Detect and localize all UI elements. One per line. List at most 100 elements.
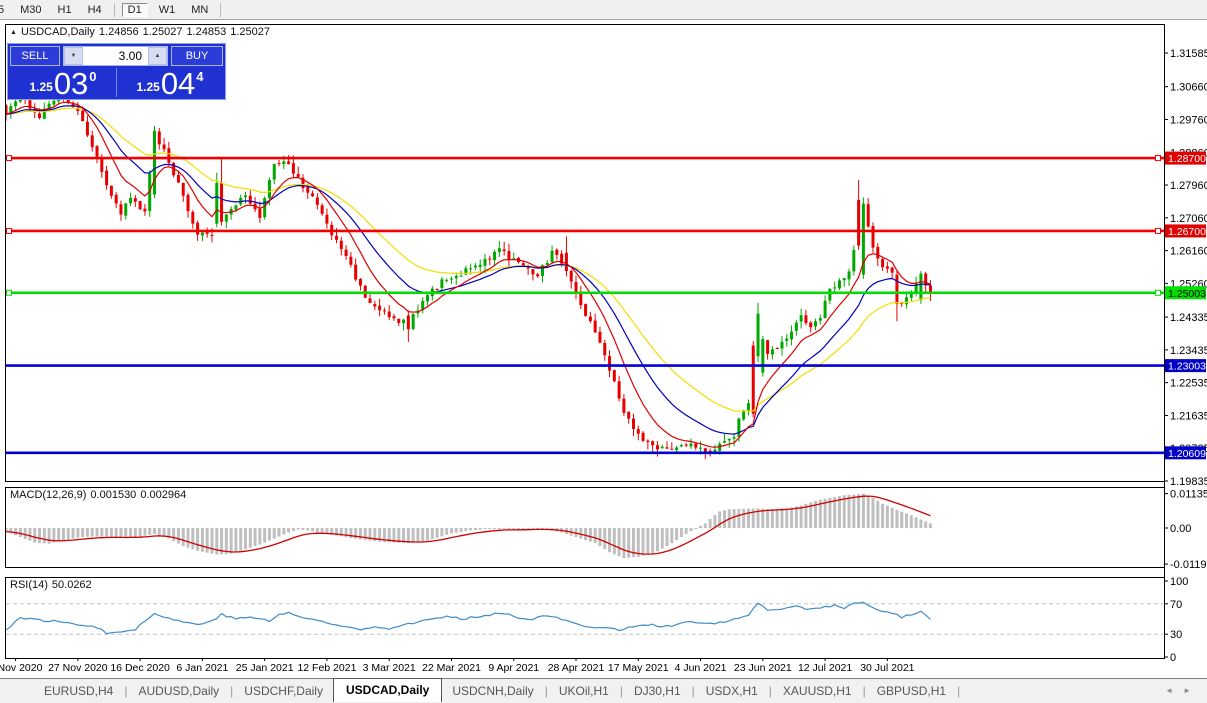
date-tick-label: 30 Jul 2021: [860, 662, 914, 674]
macd-pane[interactable]: [5, 493, 932, 559]
date-tick-label: 23 Jun 2021: [734, 662, 792, 674]
hline-1.26700[interactable]: [6, 227, 1164, 234]
date-tick-label: 22 Mar 2021: [422, 662, 481, 674]
ma-medium-line: [6, 105, 931, 435]
price-tick-label: 1.29760: [1170, 114, 1207, 126]
date-tick-label: 12 Feb 2021: [297, 662, 356, 674]
tab-separator: |: [230, 684, 234, 698]
sell-price[interactable]: 1.25 03 0: [10, 66, 116, 99]
svg-text:1.26700: 1.26700: [1168, 226, 1206, 238]
rsi-tick-label: 70: [1170, 599, 1182, 611]
date-tick-label: 17 May 2021: [608, 662, 669, 674]
price-tick-label: 1.21635: [1170, 410, 1207, 422]
hline-handle: [1155, 289, 1161, 296]
tab-separator: |: [124, 684, 128, 698]
date-tick-label: 6 Jan 2021: [176, 662, 228, 674]
date-axis[interactable]: 9 Nov 2020 27 Nov 202016 Dec 2020 6 Jan 20…: [0, 658, 915, 674]
tab-xauusd-h1[interactable]: XAUUSD,H1: [773, 681, 862, 701]
tab-separator: |: [619, 684, 623, 698]
svg-text:1.28700: 1.28700: [1168, 153, 1206, 165]
macd-tick-label: 0.01135: [1170, 489, 1207, 501]
collapse-icon[interactable]: ▲: [10, 29, 17, 36]
price-tick-label: 1.27960: [1170, 180, 1207, 192]
date-tick-label: 4 Jun 2021: [675, 662, 727, 674]
sell-button[interactable]: SELL: [10, 46, 60, 66]
price-tick-label: 1.31585: [1170, 48, 1207, 60]
macd-signal-value: 0.002964: [140, 489, 187, 501]
hline-handle: [6, 155, 12, 162]
tab-separator: |: [768, 684, 772, 698]
price-tick-label: 1.27060: [1170, 213, 1207, 225]
price-line-label-1.28700: 1.28700: [1165, 151, 1206, 165]
one-click-trading-panel: SELL ▼ 3.00 ▲ BUY 1.25 03 0 1.25 04 4: [7, 43, 226, 100]
volume-increase-button[interactable]: ▲: [148, 47, 167, 65]
chart-title: ▲ USDCAD,Daily 1.24856 1.25027 1.24853 1.2502…: [10, 26, 274, 38]
up-arrow-icon: ▲: [154, 53, 161, 59]
rsi-value: 50.0262: [51, 579, 92, 591]
price-line-label-1.20609: 1.20609: [1165, 446, 1206, 460]
hline-handle: [1155, 155, 1161, 162]
rsi-axis: 100 70 30 0: [1164, 576, 1188, 664]
price-tick-label: 1.24335: [1170, 312, 1207, 324]
rsi-pane[interactable]: [6, 601, 1164, 635]
price-tick-label: 1.30660: [1170, 82, 1207, 94]
tab-scroll-right-icon[interactable]: ►: [1183, 686, 1201, 695]
price-tick-label: 1.19835: [1170, 476, 1207, 488]
date-tick-label: 9 Apr 2021: [488, 662, 539, 674]
down-arrow-icon: ▼: [70, 53, 77, 59]
rsi-tick-label: 0: [1170, 652, 1176, 664]
tab-audusd-daily[interactable]: AUDUSD,Daily: [128, 681, 229, 701]
buy-button[interactable]: BUY: [171, 46, 223, 66]
tab-scroll-left-icon[interactable]: ◄: [1165, 686, 1183, 695]
date-tick-label: 16 Dec 2020: [110, 662, 170, 674]
tab-usdchf-daily[interactable]: USDCHF,Daily: [234, 681, 333, 701]
price-tick-label: 1.26160: [1170, 246, 1207, 258]
tab-scroll-arrows: ◄►: [1165, 686, 1201, 695]
tab-eurusd-h4[interactable]: EURUSD,H4: [34, 681, 123, 701]
chart-tab-bar: EURUSD,H4 | AUDUSD,Daily | USDCHF,Daily USDCA…: [0, 678, 1207, 703]
chart-canvas[interactable]: 1.315851.306601.297601.288601.279601.270…: [0, 0, 1207, 703]
price-low: 1.24853: [186, 26, 227, 38]
volume-input[interactable]: 3.00: [83, 47, 148, 65]
tab-separator: |: [957, 684, 961, 698]
tab-dj30-h1[interactable]: DJ30,H1: [624, 681, 691, 701]
tab-separator: |: [862, 684, 866, 698]
svg-text:1.20609: 1.20609: [1168, 448, 1206, 460]
tab-usdcnh-daily[interactable]: USDCNH,Daily: [442, 681, 543, 701]
date-tick-label: 28 Apr 2021: [548, 662, 605, 674]
tab-separator: |: [691, 684, 695, 698]
hline-handle: [1155, 227, 1161, 234]
price-tick-label: 1.23435: [1170, 345, 1207, 357]
rsi-tick-label: 30: [1170, 629, 1182, 641]
buy-price[interactable]: 1.25 04 4: [117, 66, 223, 99]
candles[interactable]: [5, 83, 932, 459]
price-close: 1.25027: [230, 26, 270, 38]
hline-1.28700[interactable]: [6, 155, 1164, 162]
macd-indicator-label: MACD(12,26,9) 0.001530 0.002964: [10, 489, 187, 501]
hline-1.25003[interactable]: [6, 289, 1164, 296]
hline-handle: [6, 227, 12, 234]
pane-frames: [5, 24, 1165, 659]
price-tick-label: 1.22535: [1170, 378, 1207, 390]
macd-tick-label: -0.01190: [1170, 559, 1207, 571]
tab-gbpusd-h1[interactable]: GBPUSD,H1: [867, 681, 956, 701]
svg-text:1.23003: 1.23003: [1168, 361, 1206, 373]
volume-decrease-button[interactable]: ▼: [64, 47, 83, 65]
tab-ukoil-h1[interactable]: UKOil,H1: [549, 681, 619, 701]
mt4-terminal: { "toolbar": { "items": ["5","M30","H1",…: [0, 0, 1207, 703]
volume-control: ▼ 3.00 ▲: [63, 46, 168, 66]
macd-tick-label: 0.00: [1170, 523, 1191, 535]
date-tick-label: 25 Jan 2021: [236, 662, 294, 674]
price-line-label-1.26700: 1.26700: [1165, 224, 1206, 238]
price-open: 1.24856: [98, 26, 139, 38]
tab-separator: |: [544, 684, 548, 698]
tab-usdcad-daily[interactable]: USDCAD,Daily: [332, 678, 443, 702]
price-high: 1.25027: [142, 26, 183, 38]
tab-usdx-h1[interactable]: USDX,H1: [696, 681, 768, 701]
date-tick-label: 27 Nov 2020: [48, 662, 108, 674]
moving-averages: [6, 101, 931, 448]
date-tick-label: 3 Mar 2021: [363, 662, 416, 674]
date-tick-label: 9 Nov 2020: [0, 662, 43, 674]
rsi-tick-label: 100: [1170, 576, 1188, 588]
chart-symbol: USDCAD,Daily: [20, 26, 95, 38]
